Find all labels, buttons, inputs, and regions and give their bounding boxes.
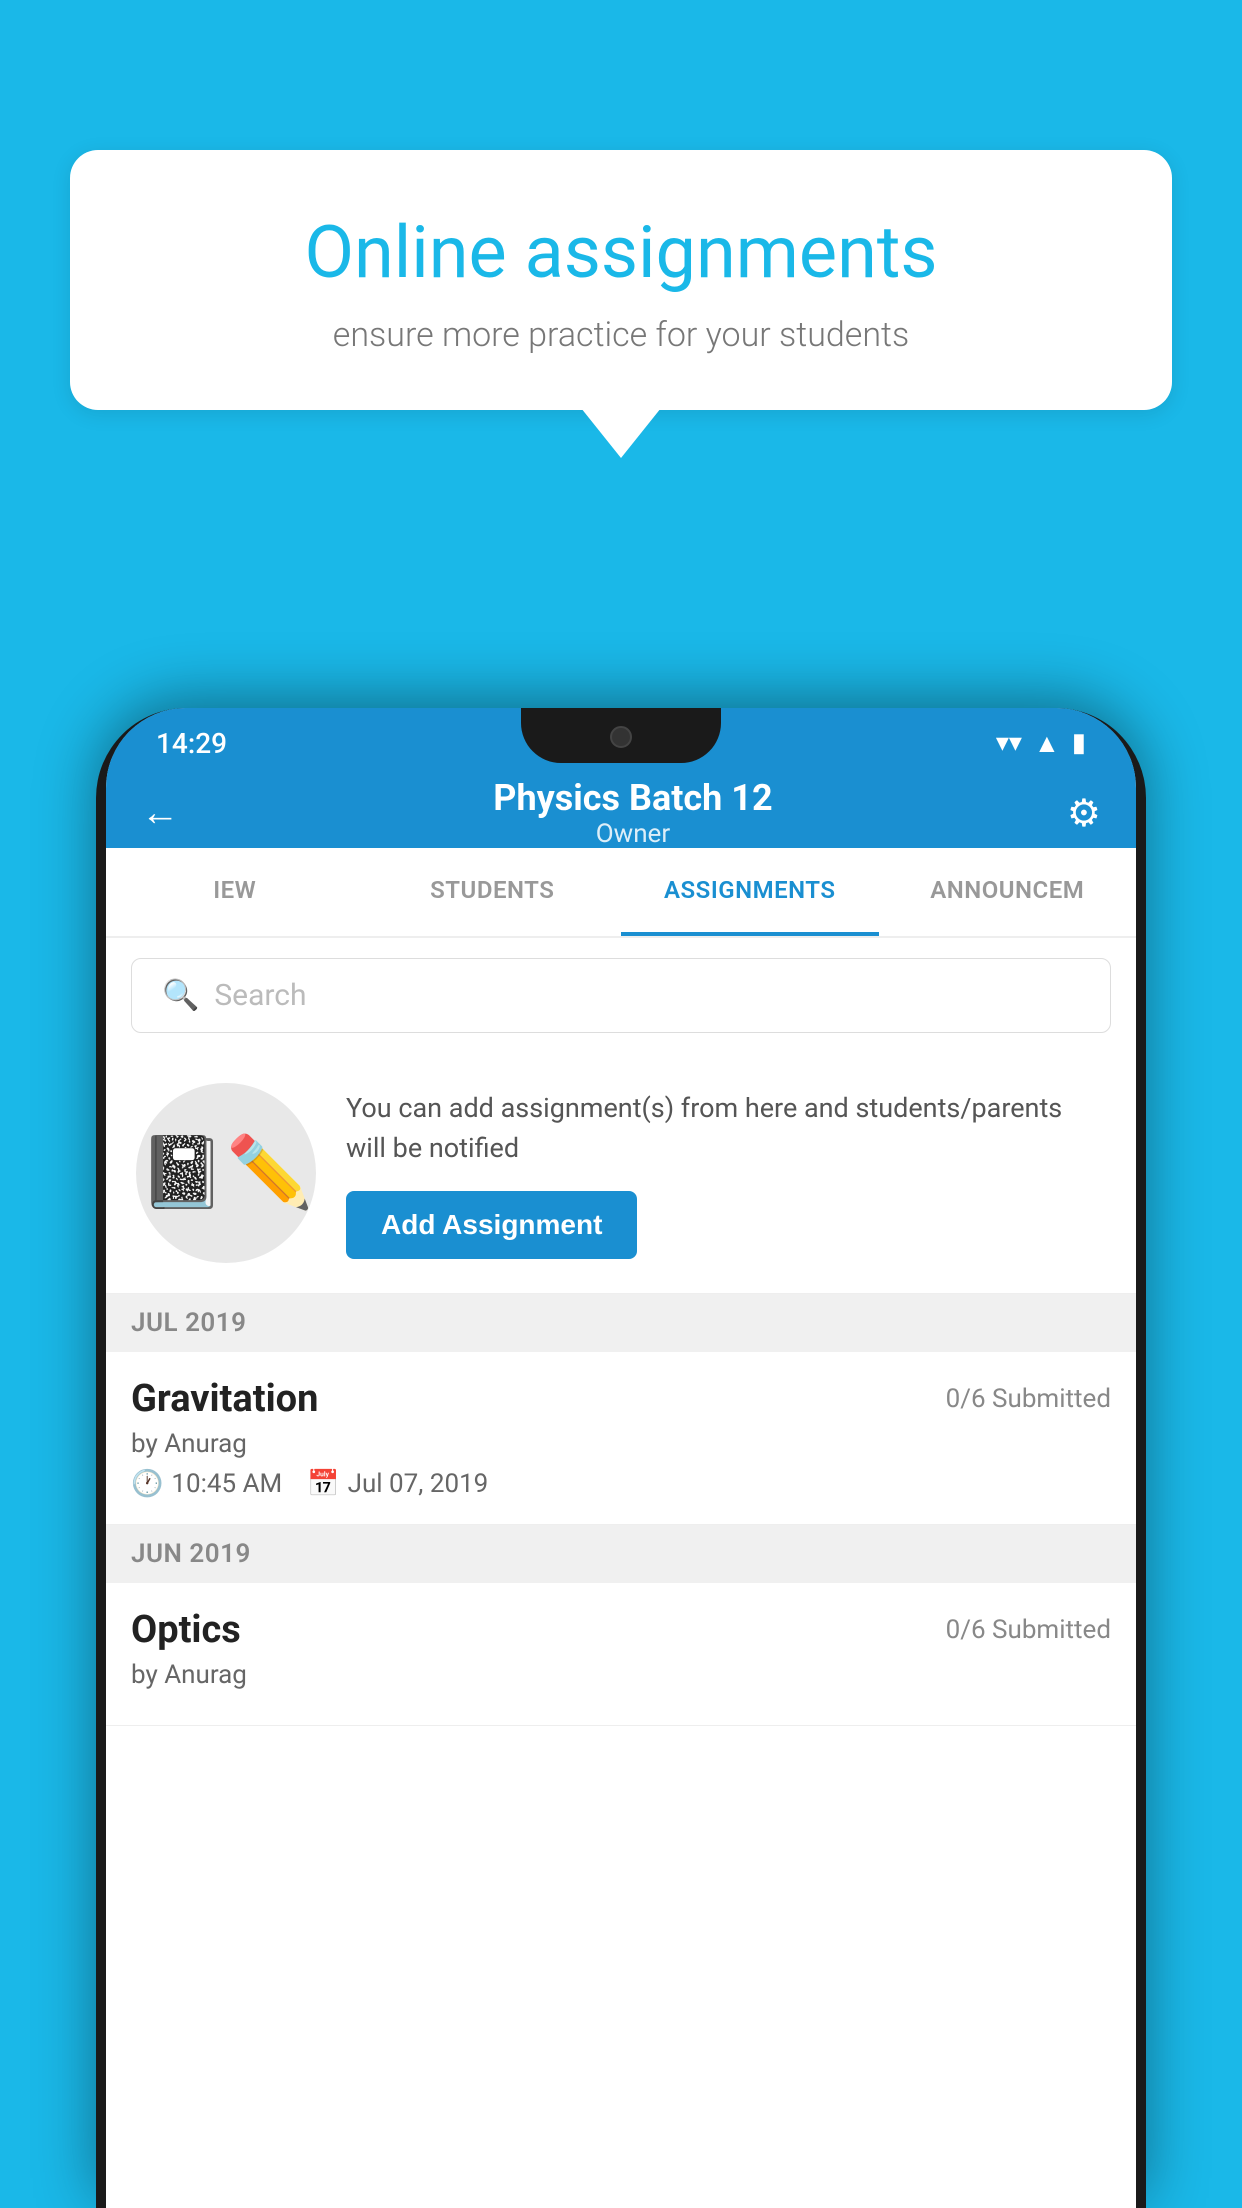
assignment-submitted: 0/6 Submitted	[946, 1384, 1111, 1414]
search-container: 🔍 Search	[106, 938, 1136, 1053]
assignment-top-row: Gravitation 0/6 Submitted	[131, 1377, 1111, 1421]
assignment-time: 🕐 10:45 AM	[131, 1469, 282, 1499]
app-bar-title-group: Physics Batch 12 Owner	[199, 777, 1067, 849]
tab-iew[interactable]: IEW	[106, 848, 364, 936]
assignment-date-value: Jul 07, 2019	[348, 1469, 489, 1499]
assignment-item-gravitation[interactable]: Gravitation 0/6 Submitted by Anurag 🕐 10…	[106, 1352, 1136, 1525]
calendar-icon: 📅	[307, 1469, 339, 1499]
assignment-title-optics: Optics	[131, 1608, 241, 1652]
speech-bubble: Online assignments ensure more practice …	[70, 150, 1172, 410]
promo-description: You can add assignment(s) from here and …	[346, 1088, 1106, 1169]
search-placeholder: Search	[214, 978, 306, 1013]
tab-announcements[interactable]: ANNOUNCEM	[879, 848, 1137, 936]
promo-section: 📓✏️ You can add assignment(s) from here …	[106, 1053, 1136, 1294]
promo-icon-circle: 📓✏️	[136, 1083, 316, 1263]
assignment-top-row-optics: Optics 0/6 Submitted	[131, 1608, 1111, 1652]
settings-icon[interactable]: ⚙	[1067, 791, 1101, 836]
notch	[521, 708, 721, 763]
tabs-bar: IEW STUDENTS ASSIGNMENTS ANNOUNCEM	[106, 848, 1136, 938]
add-assignment-button[interactable]: Add Assignment	[346, 1191, 637, 1259]
assignment-meta: 🕐 10:45 AM 📅 Jul 07, 2019	[131, 1469, 1111, 1499]
camera	[610, 726, 632, 748]
wifi-icon: ▾▾	[996, 728, 1022, 758]
signal-icon: ▲	[1034, 728, 1060, 759]
search-input-wrapper[interactable]: 🔍 Search	[131, 958, 1111, 1033]
promo-text-group: You can add assignment(s) from here and …	[346, 1088, 1106, 1259]
section-header-jul2019: JUL 2019	[106, 1294, 1136, 1352]
back-button[interactable]: ←	[141, 791, 179, 835]
tab-students[interactable]: STUDENTS	[364, 848, 622, 936]
assignment-author-optics: by Anurag	[131, 1660, 1111, 1690]
speech-bubble-title: Online assignments	[140, 210, 1102, 295]
clock-icon: 🕐	[131, 1469, 163, 1499]
status-icons: ▾▾ ▲ ▮	[996, 728, 1086, 759]
status-time: 14:29	[156, 727, 227, 760]
assignment-title: Gravitation	[131, 1377, 318, 1421]
assignment-author: by Anurag	[131, 1429, 1111, 1459]
phone-screen: 14:29 ▾▾ ▲ ▮ ← Physics Batch 12 Owner ⚙ …	[106, 708, 1136, 2208]
app-bar-title: Physics Batch 12	[199, 777, 1067, 819]
assignment-time-value: 10:45 AM	[171, 1469, 282, 1499]
app-bar-subtitle: Owner	[199, 819, 1067, 849]
search-icon: 🔍	[162, 978, 199, 1013]
tab-assignments[interactable]: ASSIGNMENTS	[621, 848, 879, 936]
battery-icon: ▮	[1072, 728, 1086, 758]
assignment-date: 📅 Jul 07, 2019	[307, 1469, 488, 1499]
assignment-item-optics[interactable]: Optics 0/6 Submitted by Anurag	[106, 1583, 1136, 1726]
speech-bubble-subtitle: ensure more practice for your students	[140, 315, 1102, 355]
section-header-jun2019: JUN 2019	[106, 1525, 1136, 1583]
speech-bubble-container: Online assignments ensure more practice …	[70, 150, 1172, 410]
assignment-submitted-optics: 0/6 Submitted	[946, 1615, 1111, 1645]
notebook-icon: 📓✏️	[139, 1132, 313, 1214]
phone-frame: 14:29 ▾▾ ▲ ▮ ← Physics Batch 12 Owner ⚙ …	[96, 708, 1146, 2208]
